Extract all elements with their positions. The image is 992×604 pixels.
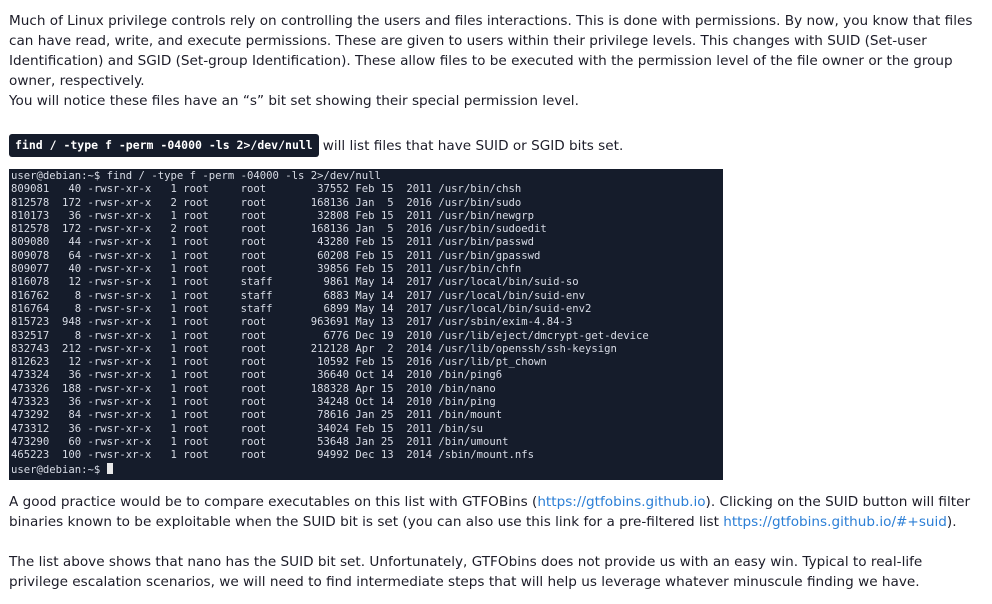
gtfobins-link[interactable]: https://gtfobins.github.io: [537, 494, 705, 510]
terminal-line: 809077 40 -rwsr-xr-x 1 root root 39856 F…: [11, 263, 522, 276]
terminal-line: 812578 172 -rwsr-xr-x 2 root root 168136…: [11, 223, 547, 236]
terminal-line: 812578 172 -rwsr-xr-x 2 root root 168136…: [11, 196, 522, 209]
inline-command-code: find / -type f -perm -04000 -ls 2>/dev/n…: [9, 134, 319, 157]
terminal-output: user@debian:~$ find / -type f -perm -040…: [9, 169, 723, 480]
final-prompt-text: user@debian:~$: [11, 463, 107, 476]
terminal-line: 473312 36 -rwsr-xr-x 1 root root 34024 F…: [11, 422, 483, 435]
intro-paragraph: Much of Linux privilege controls rely on…: [9, 13, 973, 89]
terminal-final-prompt: user@debian:~$: [11, 462, 721, 476]
terminal-line: 815723 948 -rwsr-xr-x 1 root root 963691…: [11, 316, 573, 329]
practice-paragraph: A good practice would be to compare exec…: [9, 492, 984, 532]
terminal-line: 809080 44 -rwsr-xr-x 1 root root 43280 F…: [11, 236, 534, 249]
terminal-cursor: [106, 462, 113, 474]
terminal-line: 832743 212 -rwsr-xr-x 1 root root 212128…: [11, 342, 617, 355]
terminal-line: 816078 12 -rwsr-sr-x 1 root staff 9861 M…: [11, 276, 579, 289]
terminal-line: 473326 188 -rwsr-xr-x 1 root root 188328…: [11, 382, 496, 395]
practice-text-before: A good practice would be to compare exec…: [9, 494, 538, 510]
gtfobins-suid-link[interactable]: https://gtfobins.github.io/#+suid: [723, 514, 947, 530]
terminal-prompt-command: user@debian:~$ find / -type f -perm -040…: [11, 170, 381, 182]
practice-text-after: ).: [946, 514, 957, 530]
terminal-line: 816762 8 -rwsr-sr-x 1 root staff 6883 Ma…: [11, 289, 586, 302]
terminal-line: 473324 36 -rwsr-xr-x 1 root root 36640 O…: [11, 369, 503, 382]
terminal-line: 812623 12 -rwsr-xr-x 1 root root 10592 F…: [11, 356, 547, 369]
terminal-line: 810173 36 -rwsr-xr-x 1 root root 32808 F…: [11, 209, 534, 222]
terminal-line: 809078 64 -rwsr-xr-x 1 root root 60208 F…: [11, 249, 541, 262]
notice-paragraph: You will notice these files have an “s” …: [9, 93, 579, 109]
terminal-lines: 809081 40 -rwsr-xr-x 1 root root 37552 F…: [11, 183, 721, 462]
command-description: will list files that have SUID or SGID b…: [322, 137, 624, 154]
terminal-line: 809081 40 -rwsr-xr-x 1 root root 37552 F…: [11, 183, 522, 196]
terminal-line: 473290 60 -rwsr-xr-x 1 root root 53648 J…: [11, 435, 509, 448]
terminal-line: 832517 8 -rwsr-xr-x 1 root root 6776 Dec…: [11, 329, 649, 342]
terminal-line: 465223 100 -rwsr-xr-x 1 root root 94992 …: [11, 449, 534, 462]
terminal-line: 816764 8 -rwsr-sr-x 1 root staff 6899 Ma…: [11, 302, 592, 315]
conclusion-paragraph: The list above shows that nano has the S…: [9, 554, 923, 590]
terminal-line: 473292 84 -rwsr-xr-x 1 root root 78616 J…: [11, 409, 503, 422]
command-paragraph: find / -type f -perm -04000 -ls 2>/dev/n…: [9, 134, 984, 157]
terminal-line: 473323 36 -rwsr-xr-x 1 root root 34248 O…: [11, 396, 496, 409]
